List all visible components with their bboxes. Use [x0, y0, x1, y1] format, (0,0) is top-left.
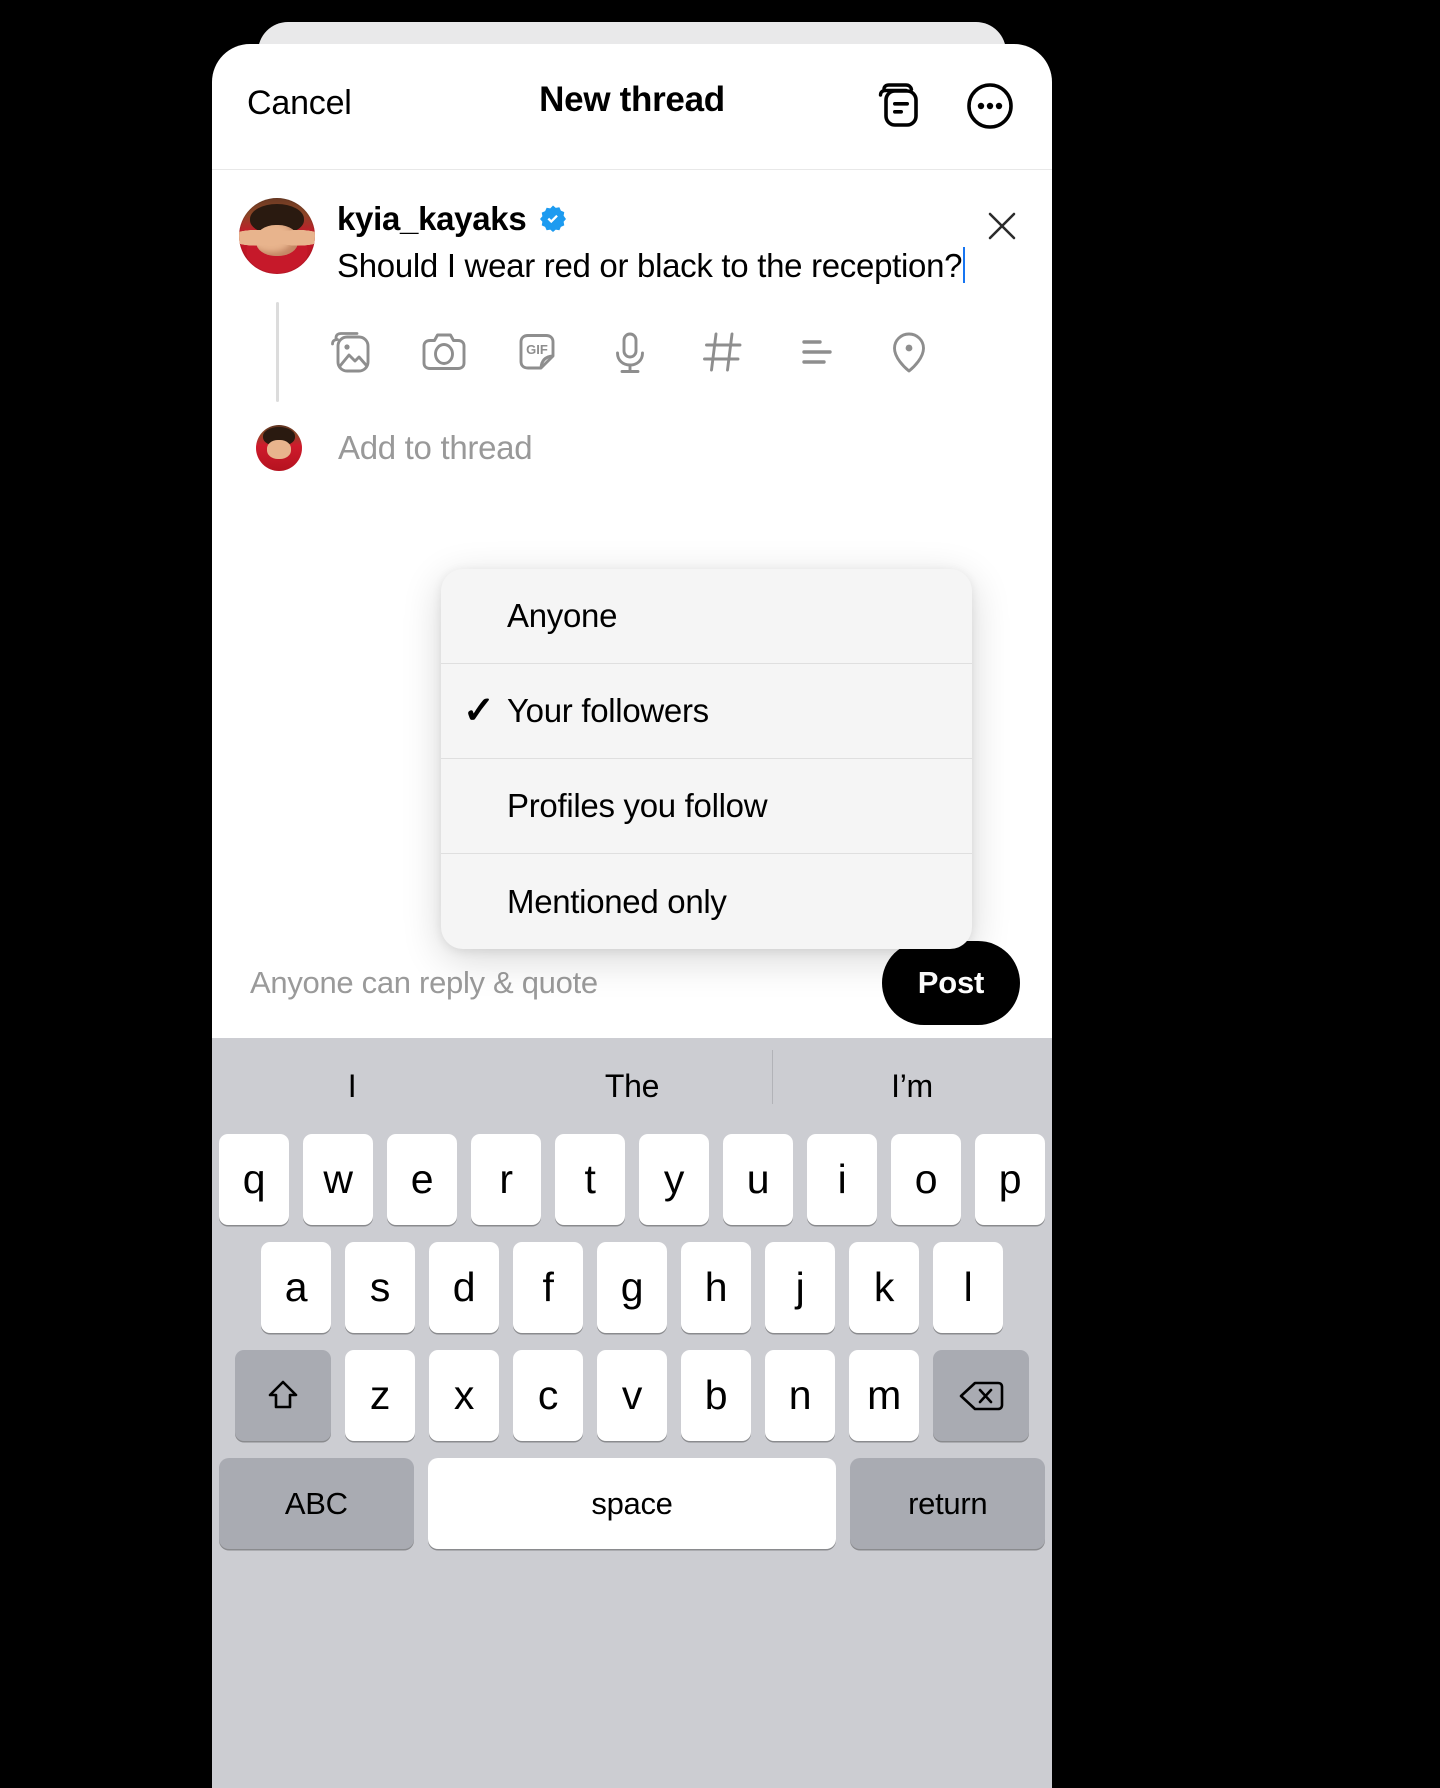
text-caret	[963, 247, 966, 283]
keyboard-row-3: z x c v b n m	[212, 1350, 1052, 1441]
hashtag-icon[interactable]	[676, 312, 769, 392]
composer: kyia_kayaks Should I wear red or black t…	[212, 170, 1052, 486]
key-r[interactable]: r	[471, 1134, 541, 1225]
location-icon[interactable]	[862, 312, 955, 392]
post-text-value: Should I wear red or black to the recept…	[337, 247, 963, 284]
username: kyia_kayaks	[337, 200, 527, 237]
key-f[interactable]: f	[513, 1242, 583, 1333]
menu-item-profiles-you-follow[interactable]: Profiles you follow	[441, 759, 972, 854]
suggestion-1[interactable]: The	[492, 1068, 772, 1105]
key-n[interactable]: n	[765, 1350, 835, 1441]
key-y[interactable]: y	[639, 1134, 709, 1225]
key-l[interactable]: l	[933, 1242, 1003, 1333]
copy-thread-icon[interactable]	[866, 74, 930, 138]
menu-item-mentioned-only[interactable]: Mentioned only	[441, 854, 972, 949]
suggestion-0[interactable]: I	[212, 1068, 492, 1105]
suggestion-2[interactable]: I’m	[772, 1049, 1052, 1105]
poll-icon[interactable]	[769, 312, 862, 392]
key-c[interactable]: c	[513, 1350, 583, 1441]
key-h[interactable]: h	[681, 1242, 751, 1333]
menu-item-anyone[interactable]: Anyone	[441, 569, 972, 664]
post-button[interactable]: Post	[882, 941, 1020, 1025]
keyboard-row-1: q w e r t y u i o p	[212, 1134, 1052, 1225]
suggestion-bar: I The I’m	[212, 1038, 1052, 1134]
nav-actions	[866, 74, 1022, 138]
key-b[interactable]: b	[681, 1350, 751, 1441]
menu-item-label: Your followers	[507, 692, 709, 729]
post-row: kyia_kayaks Should I wear red or black t…	[212, 198, 1052, 286]
menu-item-label: Anyone	[507, 597, 618, 634]
key-a[interactable]: a	[261, 1242, 331, 1333]
key-g[interactable]: g	[597, 1242, 667, 1333]
key-v[interactable]: v	[597, 1350, 667, 1441]
key-s[interactable]: s	[345, 1242, 415, 1333]
top-navigation-bar: Cancel New thread	[212, 44, 1052, 170]
microphone-icon[interactable]	[583, 312, 676, 392]
abc-key[interactable]: ABC	[219, 1458, 414, 1549]
key-k[interactable]: k	[849, 1242, 919, 1333]
key-x[interactable]: x	[429, 1350, 499, 1441]
svg-text:GIF: GIF	[526, 342, 548, 357]
screen: Cancel New thread kyia_kayaks Should I w…	[0, 0, 1440, 1788]
username-line: kyia_kayaks	[337, 200, 1022, 238]
audience-dropdown-menu: Anyone ✓ Your followers Profiles you fol…	[441, 569, 972, 949]
verified-badge-icon	[540, 205, 567, 232]
add-to-thread-row[interactable]: Add to thread	[212, 400, 1052, 486]
gif-icon[interactable]: GIF	[490, 312, 583, 392]
shift-icon[interactable]	[235, 1350, 331, 1441]
reply-setting-label[interactable]: Anyone can reply & quote	[250, 965, 598, 1001]
on-screen-keyboard: I The I’m q w e r t y u i o p a s d f g …	[212, 1038, 1052, 1788]
key-u[interactable]: u	[723, 1134, 793, 1225]
toolbar-icon-group: GIF	[277, 312, 955, 392]
menu-item-label: Profiles you follow	[507, 787, 768, 824]
post-text-field[interactable]: Should I wear red or black to the recept…	[337, 246, 1022, 286]
camera-icon[interactable]	[397, 312, 490, 392]
menu-item-your-followers[interactable]: ✓ Your followers	[441, 664, 972, 759]
more-options-icon[interactable]	[958, 74, 1022, 138]
attachment-toolbar: GIF	[212, 301, 1052, 402]
key-p[interactable]: p	[975, 1134, 1045, 1225]
menu-item-label: Mentioned only	[507, 882, 727, 920]
avatar-hands	[239, 220, 315, 256]
key-o[interactable]: o	[891, 1134, 961, 1225]
avatar-small	[256, 424, 302, 471]
key-e[interactable]: e	[387, 1134, 457, 1225]
thread-connector-line	[276, 301, 279, 402]
phone-screen: Cancel New thread kyia_kayaks Should I w…	[212, 44, 1052, 1788]
return-key[interactable]: return	[850, 1458, 1045, 1549]
keyboard-row-2: a s d f g h j k l	[212, 1242, 1052, 1333]
key-w[interactable]: w	[303, 1134, 373, 1225]
avatar	[239, 198, 315, 274]
key-z[interactable]: z	[345, 1350, 415, 1441]
key-m[interactable]: m	[849, 1350, 919, 1441]
keyboard-row-4: ABC space return	[212, 1458, 1052, 1549]
close-icon[interactable]	[980, 204, 1024, 248]
key-i[interactable]: i	[807, 1134, 877, 1225]
post-body: kyia_kayaks Should I wear red or black t…	[315, 198, 1022, 286]
key-q[interactable]: q	[219, 1134, 289, 1225]
backspace-icon[interactable]	[933, 1350, 1029, 1441]
space-key[interactable]: space	[427, 1458, 837, 1549]
key-j[interactable]: j	[765, 1242, 835, 1333]
key-t[interactable]: t	[555, 1134, 625, 1225]
check-icon: ✓	[463, 690, 495, 732]
key-d[interactable]: d	[429, 1242, 499, 1333]
photo-icon[interactable]	[304, 312, 397, 392]
add-to-thread-label: Add to thread	[338, 428, 533, 466]
